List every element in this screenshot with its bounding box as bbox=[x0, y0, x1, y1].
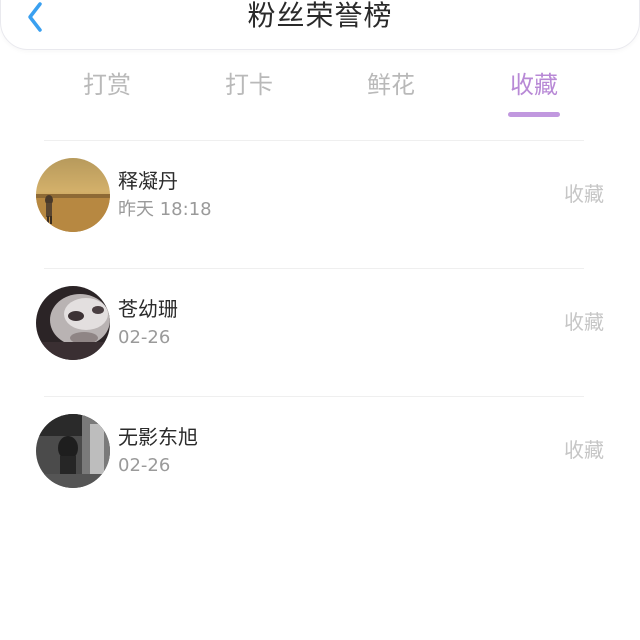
list-item[interactable]: 苍幼珊 02-26 收藏 bbox=[0, 268, 640, 396]
fan-name: 释凝丹 bbox=[118, 169, 178, 193]
fan-time: 02-26 bbox=[118, 455, 171, 476]
dark-photo-avatar[interactable] bbox=[36, 414, 110, 488]
page-title: 粉丝荣誉榜 bbox=[247, 0, 393, 32]
active-tab-indicator bbox=[508, 112, 560, 117]
fan-action-label: 收藏 bbox=[564, 438, 604, 462]
avatar-image bbox=[36, 158, 110, 232]
header-bar: 粉丝荣誉榜 bbox=[0, 0, 640, 50]
avatar-image bbox=[36, 414, 110, 488]
tab-flowers[interactable]: 鲜花 bbox=[336, 64, 446, 106]
face-closeup-avatar[interactable] bbox=[36, 286, 110, 360]
tab-favorites[interactable]: 收藏 bbox=[479, 64, 589, 106]
fan-time: 02-26 bbox=[118, 327, 171, 348]
fan-name: 苍幼珊 bbox=[118, 297, 178, 321]
avatar-image bbox=[36, 286, 110, 360]
fan-action-label: 收藏 bbox=[564, 310, 604, 334]
tab-reward[interactable]: 打赏 bbox=[52, 64, 162, 106]
fan-action-label: 收藏 bbox=[564, 182, 604, 206]
fan-honor-page: 粉丝荣誉榜 打赏 打卡 鲜花 收藏 释凝丹 昨天 18:18 收藏 苍幼珊 02… bbox=[0, 0, 640, 640]
list-item[interactable]: 无影东旭 02-26 收藏 bbox=[0, 396, 640, 524]
tab-checkin[interactable]: 打卡 bbox=[194, 64, 304, 106]
fan-time: 昨天 18:18 bbox=[118, 199, 212, 220]
fan-list: 释凝丹 昨天 18:18 收藏 苍幼珊 02-26 收藏 无影东旭 02-26 … bbox=[0, 140, 640, 524]
desert-figure-avatar[interactable] bbox=[36, 158, 110, 232]
fan-name: 无影东旭 bbox=[118, 425, 198, 449]
list-item[interactable]: 释凝丹 昨天 18:18 收藏 bbox=[0, 140, 640, 268]
